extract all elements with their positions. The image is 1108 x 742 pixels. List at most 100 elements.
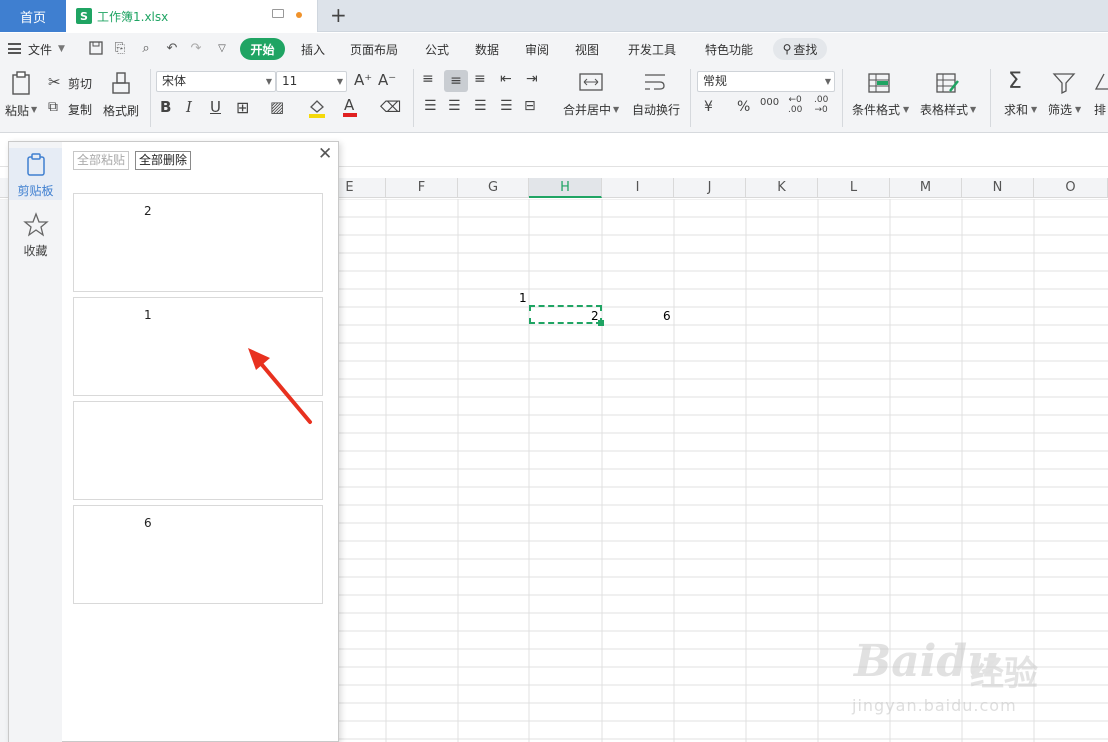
conditional-format-button[interactable]: 条件格式 [852, 101, 900, 118]
column-header[interactable]: K [746, 178, 818, 198]
thousands-icon[interactable]: 000 [760, 97, 779, 108]
column-header[interactable]: N [962, 178, 1034, 198]
fill-color-icon[interactable] [308, 98, 326, 118]
menu-developer[interactable]: 开发工具 [628, 41, 676, 58]
increase-indent-icon[interactable]: ⇥ [526, 71, 538, 87]
column-header[interactable]: L [818, 178, 890, 198]
chevron-down-icon[interactable]: ▼ [613, 105, 619, 114]
sidebar-tab-clipboard[interactable]: 剪贴板 [9, 148, 62, 200]
cell-i-value[interactable]: 6 [663, 309, 671, 323]
clipboard-item[interactable]: 6 [73, 505, 323, 604]
increase-font-icon[interactable]: A⁺ [354, 71, 372, 89]
column-header[interactable]: O [1034, 178, 1108, 198]
filter-button[interactable]: 筛选 [1048, 101, 1072, 118]
align-left-icon[interactable]: ☰ [424, 98, 437, 114]
chevron-down-icon[interactable]: ▼ [1075, 105, 1081, 114]
currency-icon[interactable]: ¥ [704, 99, 713, 115]
column-header[interactable]: J [674, 178, 746, 198]
merge-center-icon[interactable] [578, 71, 604, 93]
new-tab-button[interactable]: + [330, 3, 347, 27]
decrease-font-icon[interactable]: A⁻ [378, 71, 396, 89]
cell-h-value[interactable]: 2 [591, 309, 599, 323]
scissors-icon[interactable]: ✂ [48, 73, 61, 91]
underline-icon[interactable]: U [210, 98, 221, 116]
align-right-icon[interactable]: ☰ [474, 98, 487, 114]
export-icon[interactable]: ⎘ [112, 41, 128, 57]
align-center-icon[interactable]: ☰ [448, 98, 461, 114]
paste-all-button[interactable]: 全部粘贴 [73, 151, 130, 170]
tab-workbook[interactable]: S 工作簿1.xlsx [66, 0, 318, 32]
sort-button[interactable]: 排 [1094, 101, 1106, 118]
clipboard-item[interactable]: 2 [73, 193, 323, 292]
fill-handle[interactable] [598, 320, 604, 326]
delete-all-button[interactable]: 全部删除 [135, 151, 192, 170]
borders-icon[interactable]: ⊞ [236, 98, 249, 117]
eraser-icon[interactable]: ⌫ [380, 98, 401, 116]
wrap-text-button[interactable]: 自动换行 [632, 101, 680, 118]
menu-insert[interactable]: 插入 [301, 41, 325, 58]
cell-g-value[interactable]: 1 [519, 291, 527, 305]
menu-page-layout[interactable]: 页面布局 [350, 41, 398, 58]
favorites-tab-label[interactable]: 收藏 [9, 242, 62, 259]
italic-icon[interactable]: I [186, 98, 192, 116]
hamburger-icon[interactable] [8, 43, 21, 54]
percent-icon[interactable]: % [737, 99, 750, 115]
save-icon[interactable] [88, 41, 104, 57]
column-header[interactable]: F [386, 178, 458, 198]
wrap-text-icon[interactable] [642, 71, 668, 93]
table-style-button[interactable]: 表格样式 [920, 101, 968, 118]
copy-button[interactable]: 复制 [68, 101, 92, 118]
copy-icon[interactable]: ⧉ [48, 99, 58, 115]
fill-pattern-icon[interactable]: ▨ [270, 98, 284, 116]
menu-formulas[interactable]: 公式 [425, 41, 449, 58]
table-style-icon[interactable] [934, 71, 960, 95]
column-header-active[interactable]: H [529, 178, 602, 198]
redo-icon[interactable]: ↷ [188, 41, 204, 57]
menu-special[interactable]: 特色功能 [705, 41, 753, 58]
menu-view[interactable]: 视图 [575, 41, 599, 58]
column-header[interactable]: M [890, 178, 962, 198]
print-preview-icon[interactable]: ⌕ [138, 41, 154, 57]
sort-icon[interactable] [1094, 71, 1108, 95]
column-header[interactable]: G [458, 178, 529, 198]
chevron-down-icon[interactable]: ▼ [1031, 105, 1037, 114]
search-button[interactable]: ⚲ 查找 [773, 38, 827, 60]
decrease-indent-icon[interactable]: ⇤ [500, 71, 512, 87]
sum-button[interactable]: 求和 [1004, 101, 1028, 118]
monitor-icon[interactable] [272, 9, 284, 18]
conditional-format-icon[interactable] [866, 71, 892, 95]
tab-home[interactable]: 首页 [0, 0, 66, 32]
font-color-icon[interactable]: A [342, 96, 358, 118]
font-size-select[interactable]: 11 ▼ [276, 71, 347, 92]
decrease-decimal-icon[interactable]: .00 →0 [814, 95, 828, 115]
format-painter-button[interactable]: 格式刷 [103, 102, 139, 119]
close-icon[interactable]: ✕ [318, 144, 332, 164]
star-icon[interactable] [23, 212, 49, 238]
align-bottom-icon[interactable]: ≡ [474, 71, 486, 87]
sum-icon[interactable]: Σ [1008, 69, 1022, 94]
customize-icon[interactable]: ▽ [214, 41, 230, 57]
format-painter-icon[interactable] [111, 71, 131, 97]
align-middle-icon[interactable]: ≡ [444, 70, 468, 92]
align-top-icon[interactable]: ≡ [422, 71, 434, 87]
chevron-down-icon[interactable]: ▼ [31, 105, 37, 114]
menu-start[interactable]: 开始 [240, 38, 285, 60]
menu-file[interactable]: 文件 [28, 41, 52, 58]
bold-icon[interactable]: B [160, 98, 171, 116]
justify-icon[interactable]: ☰ [500, 98, 513, 114]
distributed-icon[interactable]: ⊟ [524, 98, 536, 114]
font-name-select[interactable]: 宋体 ▼ [156, 71, 276, 92]
merge-center-button[interactable]: 合并居中 [563, 101, 611, 118]
filter-icon[interactable] [1052, 71, 1076, 95]
menu-review[interactable]: 审阅 [525, 41, 549, 58]
menu-data[interactable]: 数据 [475, 41, 499, 58]
undo-icon[interactable]: ↶ [164, 41, 180, 57]
chevron-down-icon[interactable]: ▼ [970, 105, 976, 114]
cut-button[interactable]: 剪切 [68, 75, 92, 92]
number-format-select[interactable]: 常规 ▼ [697, 71, 835, 92]
paste-icon[interactable] [10, 71, 34, 97]
increase-decimal-icon[interactable]: ←0.00 [788, 95, 802, 115]
column-header[interactable]: I [602, 178, 674, 198]
paste-button[interactable]: 粘贴 [5, 102, 29, 119]
chevron-down-icon[interactable]: ▼ [903, 105, 909, 114]
